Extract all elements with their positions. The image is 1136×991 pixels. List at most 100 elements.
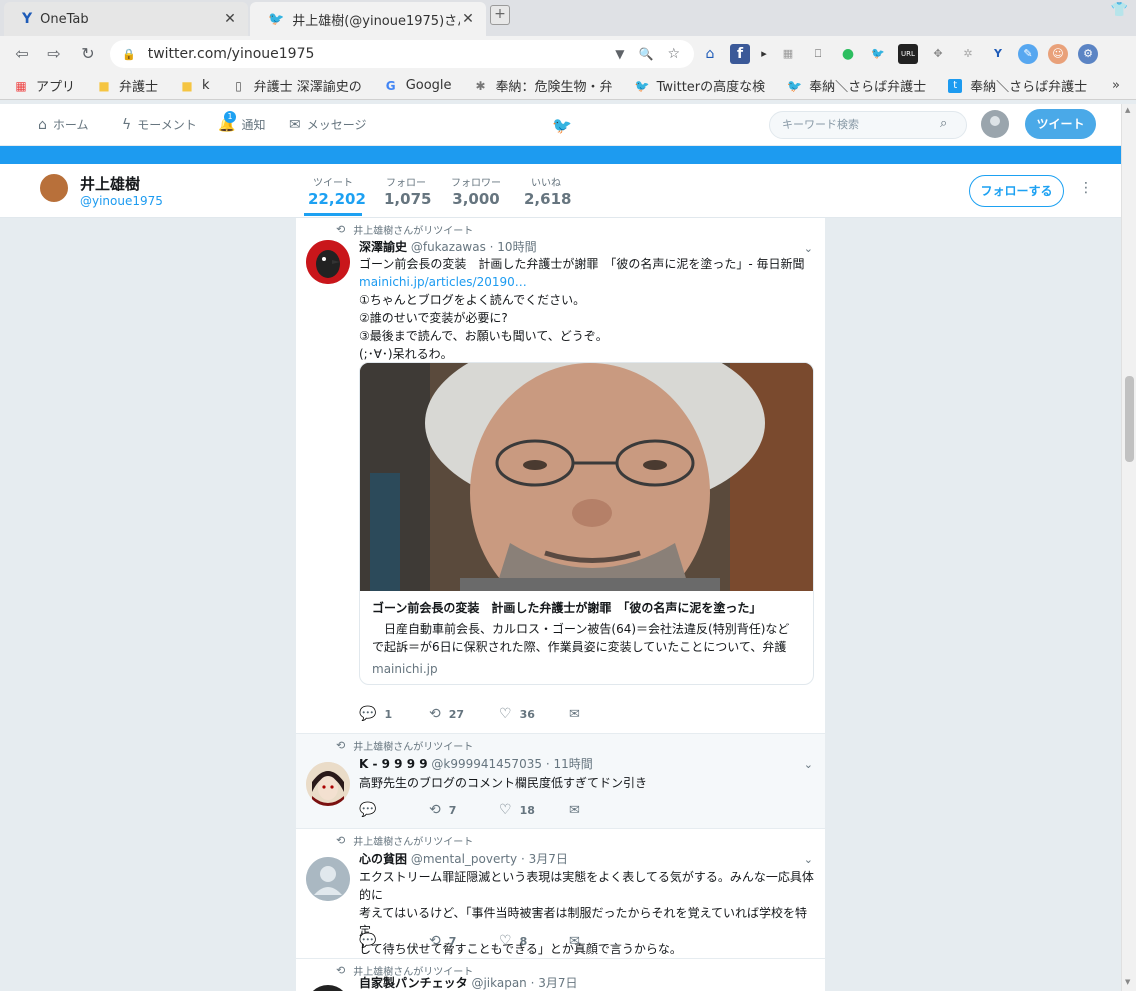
envelope-icon[interactable]: ✉ [569, 803, 580, 818]
home-icon[interactable]: ⌂ [700, 44, 720, 64]
search-input[interactable]: キーワード検索 [769, 111, 967, 139]
profile-icon[interactable]: ☺ [1048, 44, 1068, 64]
page-scrollbar[interactable]: ▲ ▼ [1121, 104, 1136, 991]
envelope-icon[interactable]: ✉ [569, 707, 580, 722]
profile-handle[interactable]: @yinoue1975 [80, 194, 163, 208]
envelope-icon[interactable]: ✉ [569, 934, 580, 949]
move-icon[interactable]: ✥ [928, 44, 948, 64]
like-button[interactable]: ♡ 8 [499, 933, 569, 949]
tweet-author-handle[interactable]: @k999941457035 [431, 757, 542, 771]
bookmark-fukazawa[interactable]: ▯ 弁護士 深澤諭史の [232, 76, 361, 96]
portrait-photo-image [360, 363, 813, 591]
dropdown-icon[interactable]: ▼ [615, 47, 624, 61]
reply-button[interactable]: 💬 [359, 933, 429, 949]
address-bar[interactable]: 🔒 twitter.com/yinoue1975 ▼ 🔍 ☆ [110, 40, 694, 68]
bookmark-star-icon[interactable]: ☆ [667, 46, 680, 62]
stat-tweets[interactable]: ツイート 22,202 [304, 174, 366, 216]
castle-icon[interactable]: ▦ [778, 44, 798, 64]
url-text[interactable]: twitter.com/yinoue1975 [148, 46, 616, 62]
tweet-author-handle[interactable]: @mental_poverty [411, 852, 517, 866]
tweet-avatar[interactable] [306, 762, 350, 806]
more-vertical-icon[interactable]: ⋮ [1079, 180, 1093, 196]
tweet-time[interactable]: · 10時間 [490, 240, 537, 254]
back-arrow-icon[interactable]: ⇦ [10, 44, 34, 63]
evernote-icon[interactable]: ● [838, 44, 858, 64]
stat-followers[interactable]: フォロワー 3,000 [450, 174, 502, 208]
scroll-thumb[interactable] [1125, 376, 1134, 462]
reply-button[interactable]: 💬 [359, 802, 429, 818]
reply-button[interactable]: 💬 1 [359, 706, 429, 722]
bookmark-folder-k[interactable]: ■ k [180, 78, 209, 93]
like-button[interactable]: ♡ 18 [499, 802, 569, 818]
tweet[interactable]: ⟲ 井上雄樹さんがリツイート 心の貧困 @mental_poverty · 3月… [296, 829, 825, 959]
bookmark-kiken[interactable]: ✱ 奉納：危険生物・弁 [474, 76, 613, 96]
tweet[interactable]: ⟲ 井上雄樹さんがリツイート 自家製パンチェッタ @jikapan · 3月7日 [296, 959, 825, 991]
like-count: 18 [519, 803, 535, 817]
reload-icon[interactable]: ↻ [76, 44, 100, 63]
bookmark-saraba-2[interactable]: t 奉納＼さらば弁護士 [948, 76, 1087, 95]
scroll-up-icon[interactable]: ▲ [1125, 106, 1130, 114]
tweet-author-name[interactable]: 深澤諭史 [359, 240, 407, 254]
tweet-time[interactable]: · 3月7日 [531, 976, 578, 990]
tab-close-icon[interactable]: ✕ [222, 11, 238, 27]
retweet-button[interactable]: ⟲ 7 [429, 933, 499, 949]
tweet-time[interactable]: · 11時間 [546, 757, 593, 771]
tweet[interactable]: ⟲ 井上雄樹さんがリツイート 深澤諭史 @fukazawas · 10時間 ⌄ … [296, 218, 825, 734]
tweet[interactable]: ⟲ 井上雄樹さんがリツイート K - 9 9 9 9 @k99994145703… [296, 734, 825, 829]
bookmark-icon[interactable]: ⎕ [808, 44, 828, 64]
stat-following[interactable]: フォロー 1,075 [384, 174, 431, 208]
bookmark-twitter-search[interactable]: 🐦 Twitterの高度な検 [635, 76, 766, 96]
forward-arrow-icon[interactable]: ⇨ [42, 44, 66, 63]
tweet-author-name[interactable]: K - 9 9 9 9 [359, 757, 428, 771]
tab-twitter[interactable]: 🐦 井上雄樹(@yinoue1975)さん | ✕ [250, 2, 486, 36]
envelope-icon: ✉ [289, 116, 301, 133]
tweet-author-name[interactable]: 心の貧困 [359, 852, 407, 866]
tweet-author-handle[interactable]: @fukazawas [411, 240, 486, 254]
scroll-down-icon[interactable]: ▼ [1125, 978, 1130, 986]
search-icon[interactable]: ⌕ [940, 116, 947, 131]
twitter-logo-icon[interactable]: 🐦 [552, 116, 572, 135]
tweet-time[interactable]: · 3月7日 [521, 852, 568, 866]
twitter-bird-icon[interactable]: 🐦 [868, 44, 888, 64]
bookmark-google[interactable]: G Google [384, 78, 452, 93]
tweet-avatar[interactable] [306, 857, 350, 901]
nav-notifications[interactable]: 🔔 1 通知 [218, 110, 265, 133]
tab-close-icon[interactable]: ✕ [460, 11, 476, 27]
stat-likes[interactable]: いいね 2,618 [524, 174, 571, 208]
play-icon[interactable]: ▸ [760, 44, 768, 64]
bookmarks-overflow-icon[interactable]: » [1112, 78, 1120, 93]
zoom-icon[interactable]: 🔍 [638, 47, 653, 61]
tweet-link[interactable]: mainichi.jp/articles/20190… [359, 273, 814, 291]
tweet-avatar[interactable] [306, 985, 350, 991]
profile-name[interactable]: 井上雄樹 [80, 173, 140, 194]
user-avatar[interactable] [981, 110, 1009, 138]
pen-icon[interactable]: ✎ [1018, 44, 1038, 64]
retweet-button[interactable]: ⟲ 7 [429, 802, 499, 818]
follow-button[interactable]: フォローする [969, 175, 1064, 207]
shirt-icon[interactable]: 👕 [1111, 2, 1128, 18]
tweet-avatar[interactable] [306, 240, 350, 284]
tweet-author-name[interactable]: 自家製パンチェッタ [359, 976, 468, 990]
settings-icon[interactable]: ⚙ [1078, 44, 1098, 64]
chevron-down-icon[interactable]: ⌄ [804, 853, 813, 866]
tab-onetab[interactable]: Y OneTab ✕ [4, 2, 248, 36]
onetab-icon[interactable]: Y [988, 44, 1008, 64]
bookmark-saraba-1[interactable]: 🐦 奉納＼さらば弁護士 [787, 76, 926, 96]
bookmark-apps[interactable]: ▦ アプリ [14, 76, 75, 96]
nav-messages[interactable]: ✉ メッセージ [289, 116, 367, 133]
nav-home[interactable]: ⌂ ホーム [38, 116, 89, 133]
tweet-author-handle[interactable]: @jikapan [471, 976, 526, 990]
new-tab-button[interactable]: + [490, 5, 510, 25]
facebook-icon[interactable]: f [730, 44, 750, 64]
url-shortener-icon[interactable]: URL [898, 44, 918, 64]
nav-moments[interactable]: ϟ モーメント [122, 116, 197, 133]
chevron-down-icon[interactable]: ⌄ [804, 758, 813, 771]
link-card[interactable]: ゴーン前会長の変装 計画した弁護士が謝罪 「彼の名声に泥を塗った」 日産自動車前… [359, 362, 814, 685]
bookmark-folder-bengoshi[interactable]: ■ 弁護士 [97, 76, 158, 96]
profile-avatar[interactable] [38, 172, 70, 204]
like-button[interactable]: ♡ 36 [499, 706, 569, 722]
puzzle-icon[interactable]: ✲ [958, 44, 978, 64]
compose-tweet-button[interactable]: ツイート [1025, 109, 1096, 139]
retweet-button[interactable]: ⟲ 27 [429, 706, 499, 722]
chevron-down-icon[interactable]: ⌄ [804, 242, 813, 255]
